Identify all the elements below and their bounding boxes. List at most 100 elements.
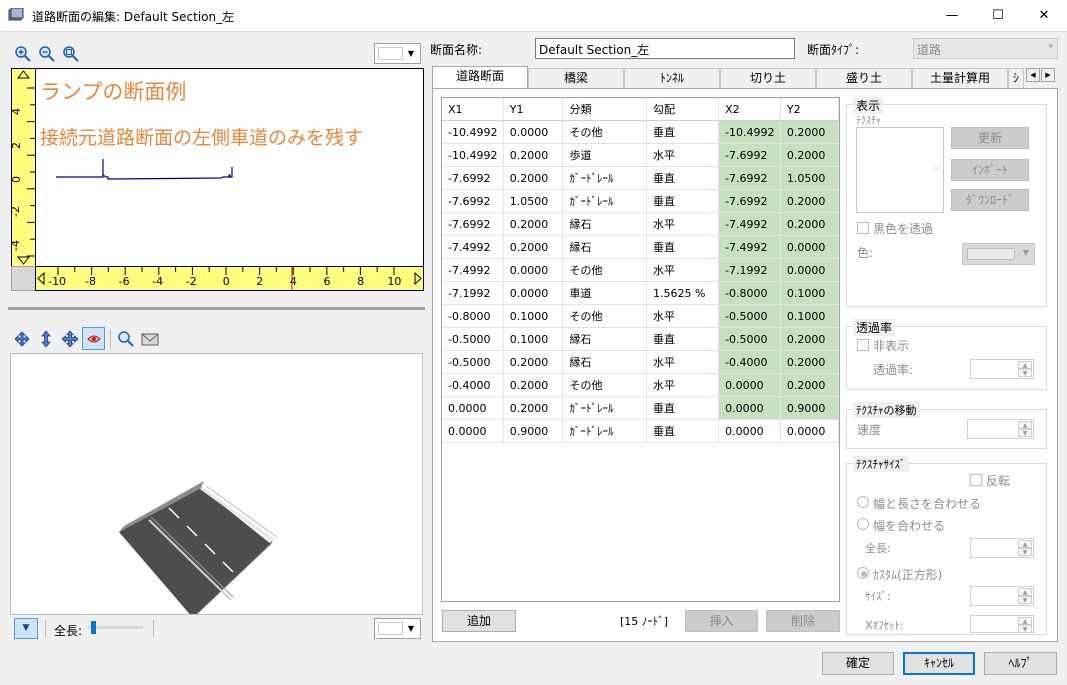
table-row[interactable]: -0.5000 0.2000 縁石 水平 -0.4000 0.2000 [442,350,840,374]
table-cell[interactable]: 縁石 [562,350,647,374]
x-offset-spinner[interactable]: ▲ ▼ [970,615,1034,633]
spin-down-icon[interactable]: ▼ [1018,548,1032,556]
table-cell[interactable]: -10.4992 [442,143,504,167]
table-cell[interactable]: -7.4992 [442,235,504,259]
table-cell[interactable]: 1.0500 [780,166,840,190]
color-picker[interactable]: ▼ [962,243,1035,265]
spin-up-icon[interactable]: ▲ [1018,588,1032,596]
table-cell[interactable]: -10.4992 [718,120,781,144]
slider-thumb[interactable] [91,621,96,634]
table-cell[interactable]: 水平 [646,212,720,236]
table-row[interactable]: -7.6992 0.2000 ｶﾞｰﾄﾞﾚｰﾙ 垂直 -7.6992 1.0500 [442,166,840,190]
table-cell[interactable]: 0.2000 [780,143,840,167]
column-header[interactable]: X1 [442,98,504,121]
texture-preview[interactable]: ⌵ [856,127,944,213]
table-cell[interactable]: -0.5000 [442,350,504,374]
spin-down-icon[interactable]: ▼ [1018,429,1032,437]
zoom-in-icon[interactable] [14,45,32,63]
table-cell[interactable]: ｶﾞｰﾄﾞﾚｰﾙ [562,166,647,190]
table-cell[interactable]: 歩道 [562,143,647,167]
table-cell[interactable]: -7.6992 [718,189,781,213]
table-cell[interactable]: -7.6992 [442,166,504,190]
zoom-fit-icon[interactable] [62,45,80,63]
table-cell[interactable]: 0.0000 [718,373,781,397]
table-row[interactable]: -7.6992 0.2000 縁石 水平 -7.4992 0.2000 [442,212,840,236]
table-cell[interactable]: 縁石 [562,235,647,259]
section-plot[interactable]: ランプの断面例 接続元道路断面の左側車道のみを残す [35,68,424,267]
table-cell[interactable]: 縁石 [562,212,647,236]
spin-down-icon[interactable]: ▼ [1018,369,1032,377]
black-transparent-checkbox[interactable] [857,222,869,234]
table-cell[interactable]: 垂直 [646,396,720,420]
table-cell[interactable]: 0.1000 [503,327,564,351]
table-cell[interactable]: 水平 [646,143,720,167]
table-row[interactable]: -10.4992 0.2000 歩道 水平 -7.6992 0.2000 [442,143,840,167]
speed-spinner[interactable]: ▲ ▼ [967,419,1034,439]
table-cell[interactable]: -0.5000 [442,327,504,351]
table-cell[interactable]: 0.2000 [780,212,840,236]
table-cell[interactable]: -0.4000 [442,373,504,397]
table-cell[interactable]: 0.1000 [503,304,564,328]
table-cell[interactable]: 1.5625 % [646,281,720,305]
table-cell[interactable]: -7.6992 [718,143,781,167]
spin-up-icon[interactable]: ▲ [1018,617,1032,625]
table-cell[interactable]: 水平 [646,373,720,397]
table-cell[interactable]: -0.4000 [718,350,781,374]
table-cell[interactable]: 0.9000 [780,396,840,420]
table-cell[interactable]: 垂直 [646,419,720,443]
maximize-button[interactable]: ☐ [975,0,1021,31]
column-header[interactable]: Y1 [503,98,564,121]
flip-checkbox[interactable] [970,474,982,486]
table-row[interactable]: -7.4992 0.0000 その他 水平 -7.1992 0.0000 [442,258,840,282]
table-cell[interactable]: 0.2000 [503,143,564,167]
close-button[interactable]: ✕ [1021,0,1067,31]
cancel-button[interactable]: ｷｬﾝｾﾙ [903,652,975,675]
table-cell[interactable]: 垂直 [646,166,720,190]
table-cell[interactable]: 垂直 [646,327,720,351]
table-cell[interactable]: 0.2000 [503,396,564,420]
table-cell[interactable]: その他 [562,304,647,328]
spin-down-icon[interactable]: ▼ [1018,596,1032,604]
table-cell[interactable]: 垂直 [646,120,720,144]
insert-button[interactable]: 挿入 [685,610,758,632]
table-cell[interactable]: -7.4992 [718,235,781,259]
table-cell[interactable]: -7.6992 [718,166,781,190]
table-cell[interactable]: 0.9000 [503,419,564,443]
table-cell[interactable]: その他 [562,373,647,397]
spin-up-icon[interactable]: ▲ [1018,361,1032,369]
table-cell[interactable]: 0.0000 [442,419,504,443]
table-cell[interactable]: 0.1000 [780,304,840,328]
table-cell[interactable]: 水平 [646,304,720,328]
pane-splitter[interactable] [8,307,425,310]
tab-fill[interactable]: 盛り土 [816,68,912,88]
table-cell[interactable]: ｶﾞｰﾄﾞﾚｰﾙ [562,396,647,420]
tab-overflow[interactable]: ｼ [1008,68,1024,88]
tab-scroll-right-icon[interactable]: ▶ [1041,68,1055,82]
table-cell[interactable]: 垂直 [646,235,720,259]
transparency-rate-spinner[interactable]: ▲ ▼ [970,359,1034,379]
table-row[interactable]: 0.0000 0.2000 ｶﾞｰﾄﾞﾚｰﾙ 垂直 0.0000 0.9000 [442,396,840,420]
table-cell[interactable]: 0.0000 [780,419,840,443]
length-slider[interactable] [88,621,143,634]
table-cell[interactable]: -0.8000 [442,304,504,328]
table-cell[interactable]: -7.1992 [442,281,504,305]
zoom-out-icon[interactable] [38,45,56,63]
orbit-button[interactable] [82,327,105,350]
table-cell[interactable]: -0.5000 [718,304,781,328]
section-color-dropdown[interactable]: ▼ [374,43,421,64]
table-cell[interactable]: 0.2000 [780,327,840,351]
column-header[interactable]: X2 [718,98,781,121]
column-header[interactable]: 分類 [562,98,647,121]
tab-road-section[interactable]: 道路断面 [432,66,528,89]
table-row[interactable]: -7.1992 0.0000 車道 1.5625 % -0.8000 0.1000 [442,281,840,305]
table-cell[interactable]: 水平 [646,350,720,374]
table-cell[interactable]: 水平 [646,258,720,282]
table-cell[interactable]: 0.0000 [718,396,781,420]
fit-both-radio[interactable] [857,496,869,508]
table-cell[interactable]: -7.6992 [442,212,504,236]
table-cell[interactable]: 車道 [562,281,647,305]
table-cell[interactable]: -10.4992 [442,120,504,144]
preview-color-dropdown[interactable]: ▼ [374,618,421,639]
table-cell[interactable]: その他 [562,120,647,144]
table-row[interactable]: -7.6992 1.0500 ｶﾞｰﾄﾞﾚｰﾙ 垂直 -7.6992 0.2000 [442,189,840,213]
